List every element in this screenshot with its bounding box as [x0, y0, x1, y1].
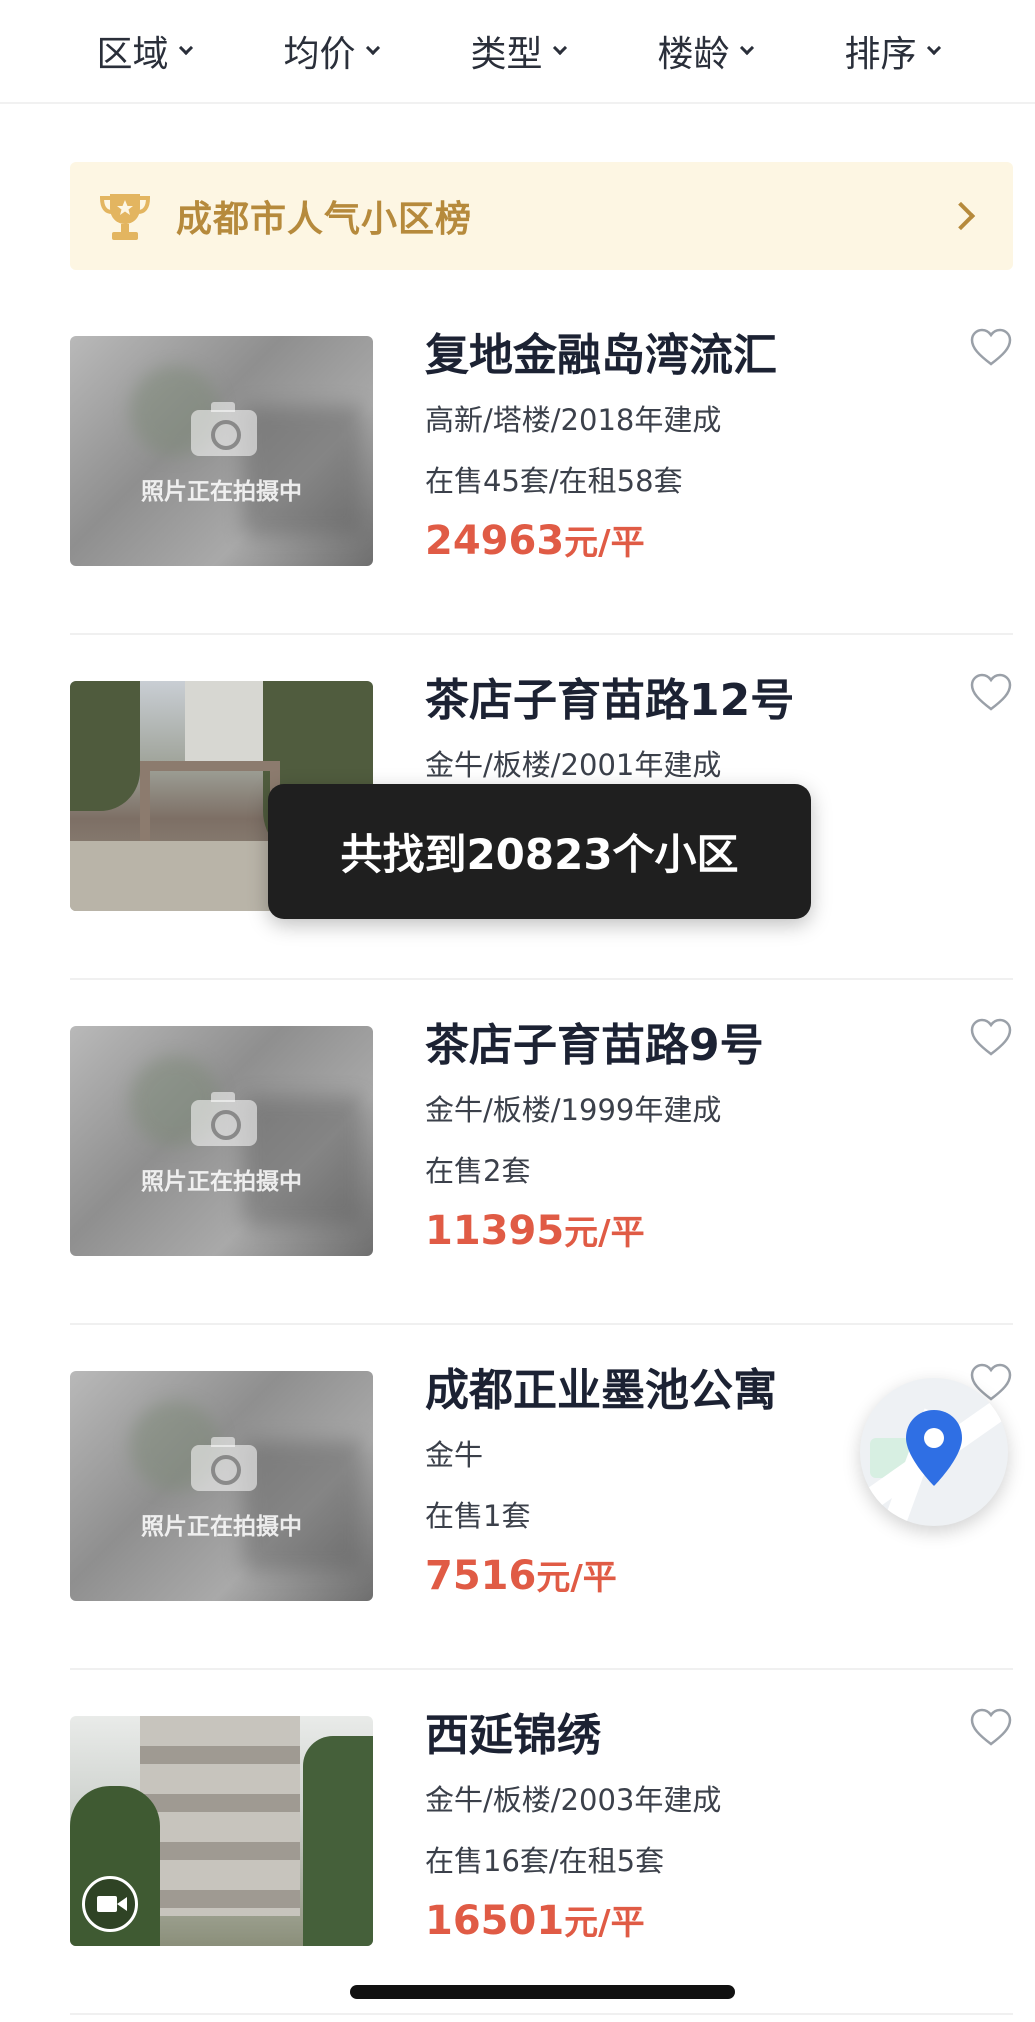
list-item[interactable]: 照片正在拍摄中 复地金融岛湾流汇 高新/塔楼/2018年建成 在售45套/在租5… — [70, 290, 1013, 635]
community-meta: 高新/塔楼/2018年建成 — [425, 403, 722, 437]
price-unit: 元/平 — [564, 1903, 645, 1943]
popular-community-ranking-banner[interactable]: 成都市人气小区榜 — [70, 162, 1013, 270]
community-name: 西延锦绣 — [425, 1710, 601, 1761]
map-view-button[interactable] — [860, 1378, 1008, 1526]
filter-sort[interactable]: 排序 — [844, 25, 941, 77]
map-pin-icon — [902, 1408, 966, 1488]
chevron-down-icon — [926, 40, 941, 56]
price-unit: 元/平 — [536, 1558, 617, 1598]
community-stock: 在售45套/在租58套 — [425, 464, 683, 498]
filter-building-age[interactable]: 楼龄 — [657, 25, 754, 77]
price-unit: 元/平 — [564, 523, 645, 563]
filter-label: 区域 — [96, 34, 169, 75]
filter-label: 楼龄 — [657, 34, 730, 75]
filter-district[interactable]: 区域 — [96, 25, 193, 77]
community-thumbnail: 照片正在拍摄中 — [70, 1026, 373, 1256]
photo-placeholder-text: 照片正在拍摄中 — [141, 1514, 302, 1540]
community-meta: 金牛/板楼/2001年建成 — [425, 748, 722, 782]
community-price: 16501元/平 — [425, 1895, 945, 1955]
favorite-heart-icon[interactable] — [969, 1016, 1013, 1060]
community-name: 成都正业墨池公寓 — [425, 1365, 777, 1416]
favorite-heart-icon[interactable] — [969, 1706, 1013, 1750]
community-price: 11395元/平 — [425, 1205, 945, 1265]
community-thumbnail: 照片正在拍摄中 — [70, 336, 373, 566]
price-value: 16501 — [425, 1898, 565, 1944]
community-price: 24963元/平 — [425, 515, 945, 575]
filter-label: 均价 — [283, 34, 356, 75]
community-meta: 金牛/板楼/1999年建成 — [425, 1093, 722, 1127]
price-value: 7516 — [425, 1553, 537, 1599]
trophy-icon — [99, 190, 151, 242]
chevron-right-icon — [946, 201, 976, 231]
photo-placeholder-text: 照片正在拍摄中 — [141, 1169, 302, 1195]
community-meta: 金牛/板楼/2003年建成 — [425, 1783, 722, 1817]
filter-bar: 区域 均价 类型 楼龄 排序 — [0, 0, 1035, 104]
community-thumbnail — [70, 1716, 373, 1946]
list-item[interactable]: 西延锦绣 金牛/板楼/2003年建成 在售16套/在租5套 16501元/平 — [70, 1670, 1013, 2015]
result-count-toast: 共找到20823个小区 — [268, 784, 811, 919]
community-price: 7516元/平 — [425, 1550, 945, 1610]
camera-icon — [191, 1437, 257, 1491]
community-stock: 在售2套 — [425, 1154, 531, 1188]
filter-average-price[interactable]: 均价 — [283, 25, 380, 77]
price-unit: 元/平 — [564, 1213, 645, 1253]
community-stock: 在售16套/在租5套 — [425, 1844, 665, 1878]
ranking-banner-label: 成都市人气小区榜 — [176, 199, 473, 240]
camera-icon — [191, 402, 257, 456]
home-indicator — [350, 1985, 735, 1999]
filter-label: 类型 — [470, 34, 543, 75]
community-name: 复地金融岛湾流汇 — [425, 330, 777, 381]
list-item[interactable]: 照片正在拍摄中 茶店子育苗路9号 金牛/板楼/1999年建成 在售2套 1139… — [70, 980, 1013, 1325]
community-name: 茶店子育苗路9号 — [425, 1020, 764, 1071]
price-value: 24963 — [425, 518, 565, 564]
filter-type[interactable]: 类型 — [470, 25, 567, 77]
favorite-heart-icon[interactable] — [969, 671, 1013, 715]
video-camera-icon — [82, 1876, 138, 1932]
filter-label: 排序 — [844, 34, 917, 75]
favorite-heart-icon[interactable] — [969, 326, 1013, 370]
photo-placeholder-text: 照片正在拍摄中 — [141, 479, 302, 505]
divider — [70, 2013, 1013, 2015]
community-thumbnail: 照片正在拍摄中 — [70, 1371, 373, 1601]
chevron-down-icon — [365, 40, 380, 56]
chevron-down-icon — [552, 40, 567, 56]
price-value: 11395 — [425, 1208, 565, 1254]
community-name: 茶店子育苗路12号 — [425, 675, 795, 726]
chevron-down-icon — [178, 40, 193, 56]
camera-icon — [191, 1092, 257, 1146]
chevron-down-icon — [739, 40, 754, 56]
